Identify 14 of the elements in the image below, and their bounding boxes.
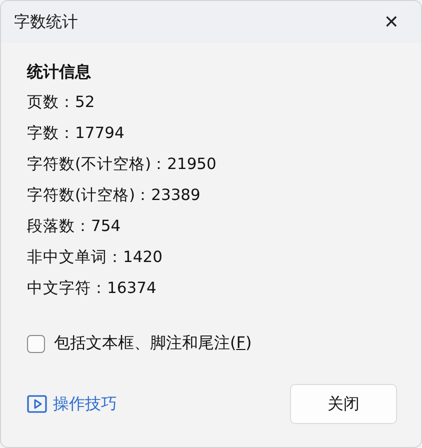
statistic-row-text: 字数：17794 <box>27 123 126 144</box>
play-icon <box>27 395 47 413</box>
tips-link[interactable]: 操作技巧 <box>27 394 117 414</box>
section-heading: 统计信息 <box>27 61 92 83</box>
window-title: 字数统计 <box>14 12 78 32</box>
statistic-row-text: 非中文单词：1420 <box>27 247 164 268</box>
statistic-row-text: 中文字符：16374 <box>27 278 158 299</box>
statistic-row-text: 字符数(不计空格)：21950 <box>27 154 218 175</box>
close-dialog-button[interactable]: 关闭 <box>290 384 397 424</box>
statistic-row-text: 段落数：754 <box>27 216 122 237</box>
statistic-row-text: 字符数(计空格)：23389 <box>27 185 202 206</box>
include-checkbox[interactable]: 包括文本框、脚注和尾注(F) <box>27 333 395 354</box>
close-button[interactable]: ✕ <box>380 12 403 32</box>
statistic-row-text: 页数：52 <box>27 92 96 113</box>
